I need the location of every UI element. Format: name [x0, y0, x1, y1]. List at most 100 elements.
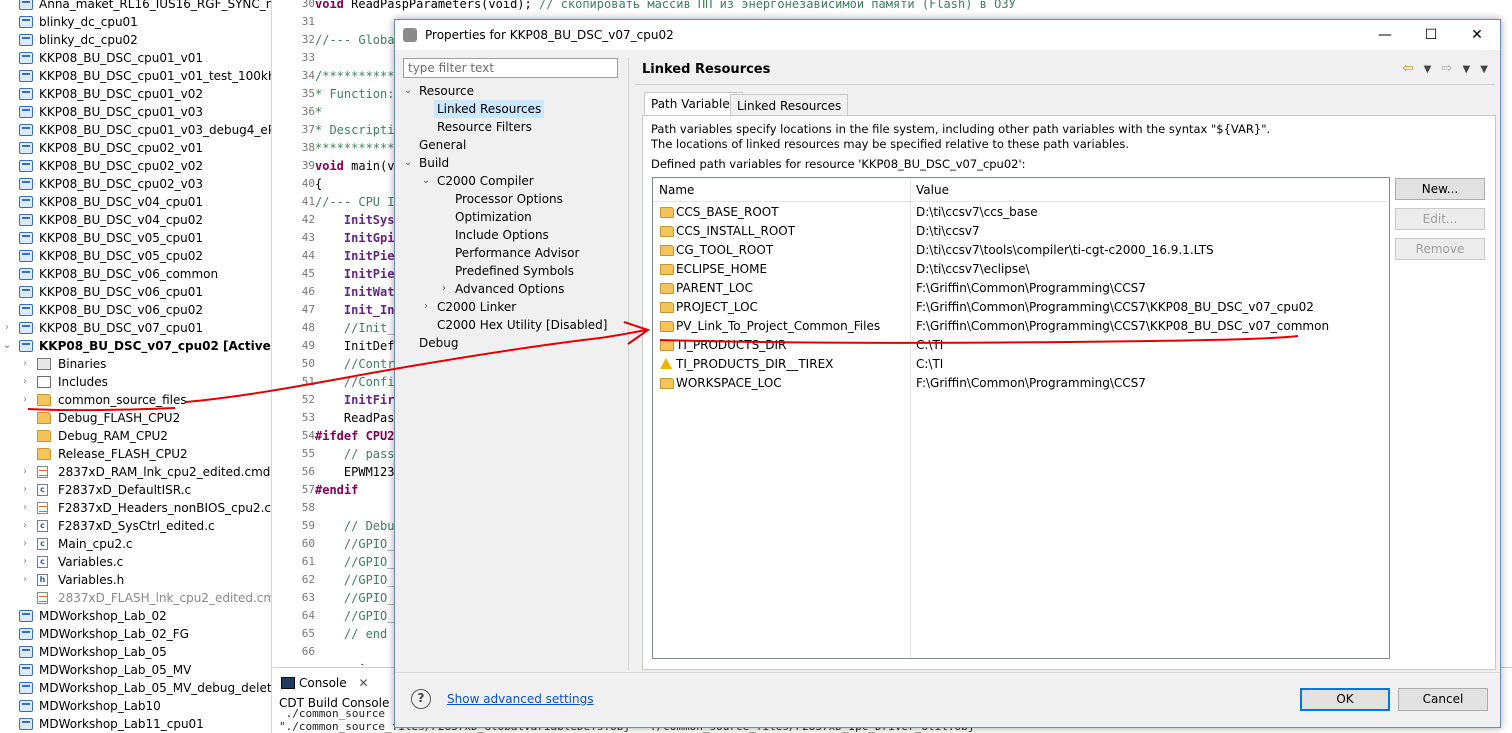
forward-menu-chevron-icon[interactable]: ▼: [1462, 64, 1470, 75]
nav-item[interactable]: Resource Filters: [403, 118, 627, 136]
nav-item[interactable]: › Advanced Options: [403, 280, 627, 298]
cancel-button[interactable]: Cancel: [1398, 688, 1488, 711]
nav-item[interactable]: Include Options: [403, 226, 627, 244]
file-item[interactable]: › Includes: [0, 373, 271, 391]
file-item[interactable]: › F2837xD_Headers_nonBIOS_cpu2.cmd: [0, 499, 271, 517]
table-row[interactable]: PARENT_LOC F:\Griffin\Common\Programming\…: [653, 279, 1389, 298]
nav-item[interactable]: C2000 Hex Utility [Disabled]: [403, 316, 627, 334]
column-header-name[interactable]: Name: [653, 178, 694, 202]
file-item[interactable]: › common_source_files: [0, 391, 271, 409]
file-item[interactable]: Debug_FLASH_CPU2: [0, 409, 271, 427]
project-item[interactable]: KKP08_BU_DSC_v04_cpu01: [0, 193, 271, 211]
file-item[interactable]: › 2837xD_RAM_lnk_cpu2_edited.cmd: [0, 463, 271, 481]
file-item[interactable]: Debug_RAM_CPU2: [0, 427, 271, 445]
chevron-down-icon[interactable]: ⌄: [403, 82, 413, 100]
file-item[interactable]: › c F2837xD_DefaultISR.c: [0, 481, 271, 499]
project-item[interactable]: KKP08_BU_DSC_cpu01_v03_debug4_ePWM: [0, 121, 271, 139]
chevron-right-icon[interactable]: ›: [20, 355, 30, 373]
chevron-right-icon[interactable]: ›: [20, 535, 30, 553]
table-row[interactable]: PROJECT_LOC F:\Griffin\Common\Programming…: [653, 298, 1389, 317]
chevron-right-icon[interactable]: ›: [2, 319, 12, 337]
column-header-value[interactable]: Value: [910, 178, 949, 202]
ok-button[interactable]: OK: [1300, 688, 1390, 711]
close-button[interactable]: ✕: [1454, 20, 1500, 50]
nav-item[interactable]: Processor Options: [403, 190, 627, 208]
file-item[interactable]: › Binaries: [0, 355, 271, 373]
project-item[interactable]: KKP08_BU_DSC_v06_common: [0, 265, 271, 283]
chevron-down-icon[interactable]: ⌄: [2, 337, 12, 355]
nav-item[interactable]: Linked Resources: [403, 100, 627, 118]
chevron-right-icon[interactable]: ›: [20, 517, 30, 535]
project-item[interactable]: MDWorkshop_Lab_05_MV_debug_delete: [0, 679, 271, 697]
chevron-right-icon[interactable]: ›: [439, 280, 449, 298]
filter-input[interactable]: [403, 58, 618, 78]
view-menu-icon[interactable]: ▼: [1480, 64, 1488, 75]
nav-item[interactable]: ⌄ Resource: [403, 82, 627, 100]
file-item[interactable]: Release_FLASH_CPU2: [0, 445, 271, 463]
project-item[interactable]: KKP08_BU_DSC_v06_cpu02: [0, 301, 271, 319]
project-item[interactable]: MDWorkshop_Lab_02: [0, 607, 271, 625]
chevron-right-icon[interactable]: ›: [20, 499, 30, 517]
show-advanced-settings-link[interactable]: Show advanced settings: [447, 692, 594, 706]
file-item[interactable]: › c Variables.c: [0, 553, 271, 571]
chevron-right-icon[interactable]: ›: [20, 571, 30, 589]
project-item[interactable]: MDWorkshop_Lab_05_MV: [0, 661, 271, 679]
minimize-button[interactable]: —: [1362, 20, 1408, 50]
path-variables-table[interactable]: Name Value CCS_BASE_ROOT D:\ti\ccsv7\ccs_…: [652, 177, 1390, 659]
project-item[interactable]: MDWorkshop_Lab_05: [0, 643, 271, 661]
project-item[interactable]: KKP08_BU_DSC_v06_cpu01: [0, 283, 271, 301]
project-item[interactable]: Anna_maket_RL16_IUS16_RGF_SYNC_noise: [0, 0, 271, 13]
table-row[interactable]: CCS_BASE_ROOT D:\ti\ccsv7\ccs_base: [653, 203, 1389, 222]
tab-path-variables[interactable]: Path Variables: [644, 92, 744, 116]
table-row[interactable]: ECLIPSE_HOME D:\ti\ccsv7\eclipse\: [653, 260, 1389, 279]
project-item[interactable]: KKP08_BU_DSC_cpu01_v03: [0, 103, 271, 121]
project-item[interactable]: KKP08_BU_DSC_cpu02_v02: [0, 157, 271, 175]
back-menu-chevron-icon[interactable]: ▼: [1424, 64, 1432, 75]
nav-item[interactable]: Optimization: [403, 208, 627, 226]
dialog-titlebar[interactable]: Properties for KKP08_BU_DSC_v07_cpu02 — …: [395, 20, 1500, 50]
project-item[interactable]: KKP08_BU_DSC_cpu01_v01: [0, 49, 271, 67]
file-item[interactable]: 2837xD_FLASH_lnk_cpu2_edited.cmd: [0, 589, 271, 607]
project-item[interactable]: KKP08_BU_DSC_cpu02_v03: [0, 175, 271, 193]
project-item[interactable]: › KKP08_BU_DSC_v07_cpu01: [0, 319, 271, 337]
chevron-right-icon[interactable]: ›: [421, 298, 431, 316]
nav-item[interactable]: ⌄ C2000 Compiler: [403, 172, 627, 190]
chevron-down-icon[interactable]: ⌄: [421, 172, 431, 190]
table-row[interactable]: TI_PRODUCTS_DIR__TIREX C:\TI: [653, 355, 1389, 374]
table-row[interactable]: TI_PRODUCTS_DIR C:\TI: [653, 336, 1389, 355]
project-item[interactable]: KKP08_BU_DSC_v04_cpu02: [0, 211, 271, 229]
chevron-right-icon[interactable]: ›: [20, 373, 30, 391]
back-arrow-icon[interactable]: ⇦: [1403, 61, 1414, 76]
nav-item[interactable]: › C2000 Linker: [403, 298, 627, 316]
edit-button[interactable]: Edit...: [1395, 208, 1485, 230]
chevron-right-icon[interactable]: ›: [20, 391, 30, 409]
new-button[interactable]: New...: [1395, 178, 1485, 200]
nav-item[interactable]: General: [403, 136, 627, 154]
project-item[interactable]: KKP08_BU_DSC_cpu01_v02: [0, 85, 271, 103]
nav-item[interactable]: ⌄ Build: [403, 154, 627, 172]
pane-splitter[interactable]: [628, 58, 629, 670]
project-item[interactable]: KKP08_BU_DSC_cpu01_v01_test_100kHz: [0, 67, 271, 85]
project-item[interactable]: ⌄ KKP08_BU_DSC_v07_cpu02 [Active - Deb: [0, 337, 271, 355]
forward-arrow-icon[interactable]: ⇨: [1441, 61, 1452, 76]
table-row[interactable]: CG_TOOL_ROOT D:\ti\ccsv7\tools\compiler\t…: [653, 241, 1389, 260]
chevron-down-icon[interactable]: ⌄: [403, 154, 413, 172]
project-item[interactable]: MDWorkshop_Lab10: [0, 697, 271, 715]
project-item[interactable]: KKP08_BU_DSC_v05_cpu02: [0, 247, 271, 265]
project-item[interactable]: MDWorkshop_Lab_02_FG: [0, 625, 271, 643]
chevron-right-icon[interactable]: ›: [20, 481, 30, 499]
tab-linked-resources[interactable]: Linked Resources: [730, 94, 849, 116]
table-row[interactable]: CCS_INSTALL_ROOT D:\ti\ccsv7: [653, 222, 1389, 241]
table-row[interactable]: PV_Link_To_Project_Common_Files F:\Griffi…: [653, 317, 1389, 336]
file-item[interactable]: › h Variables.h: [0, 571, 271, 589]
project-item[interactable]: blinky_dc_cpu02: [0, 31, 271, 49]
project-item[interactable]: KKP08_BU_DSC_cpu02_v01: [0, 139, 271, 157]
help-icon[interactable]: ?: [411, 689, 431, 709]
file-item[interactable]: › c F2837xD_SysCtrl_edited.c: [0, 517, 271, 535]
chevron-right-icon[interactable]: ›: [20, 463, 30, 481]
maximize-button[interactable]: ☐: [1408, 20, 1454, 50]
nav-item[interactable]: Debug: [403, 334, 627, 352]
nav-item[interactable]: Performance Advisor: [403, 244, 627, 262]
file-item[interactable]: › c Main_cpu2.c: [0, 535, 271, 553]
project-item[interactable]: blinky_dc_cpu01: [0, 13, 271, 31]
